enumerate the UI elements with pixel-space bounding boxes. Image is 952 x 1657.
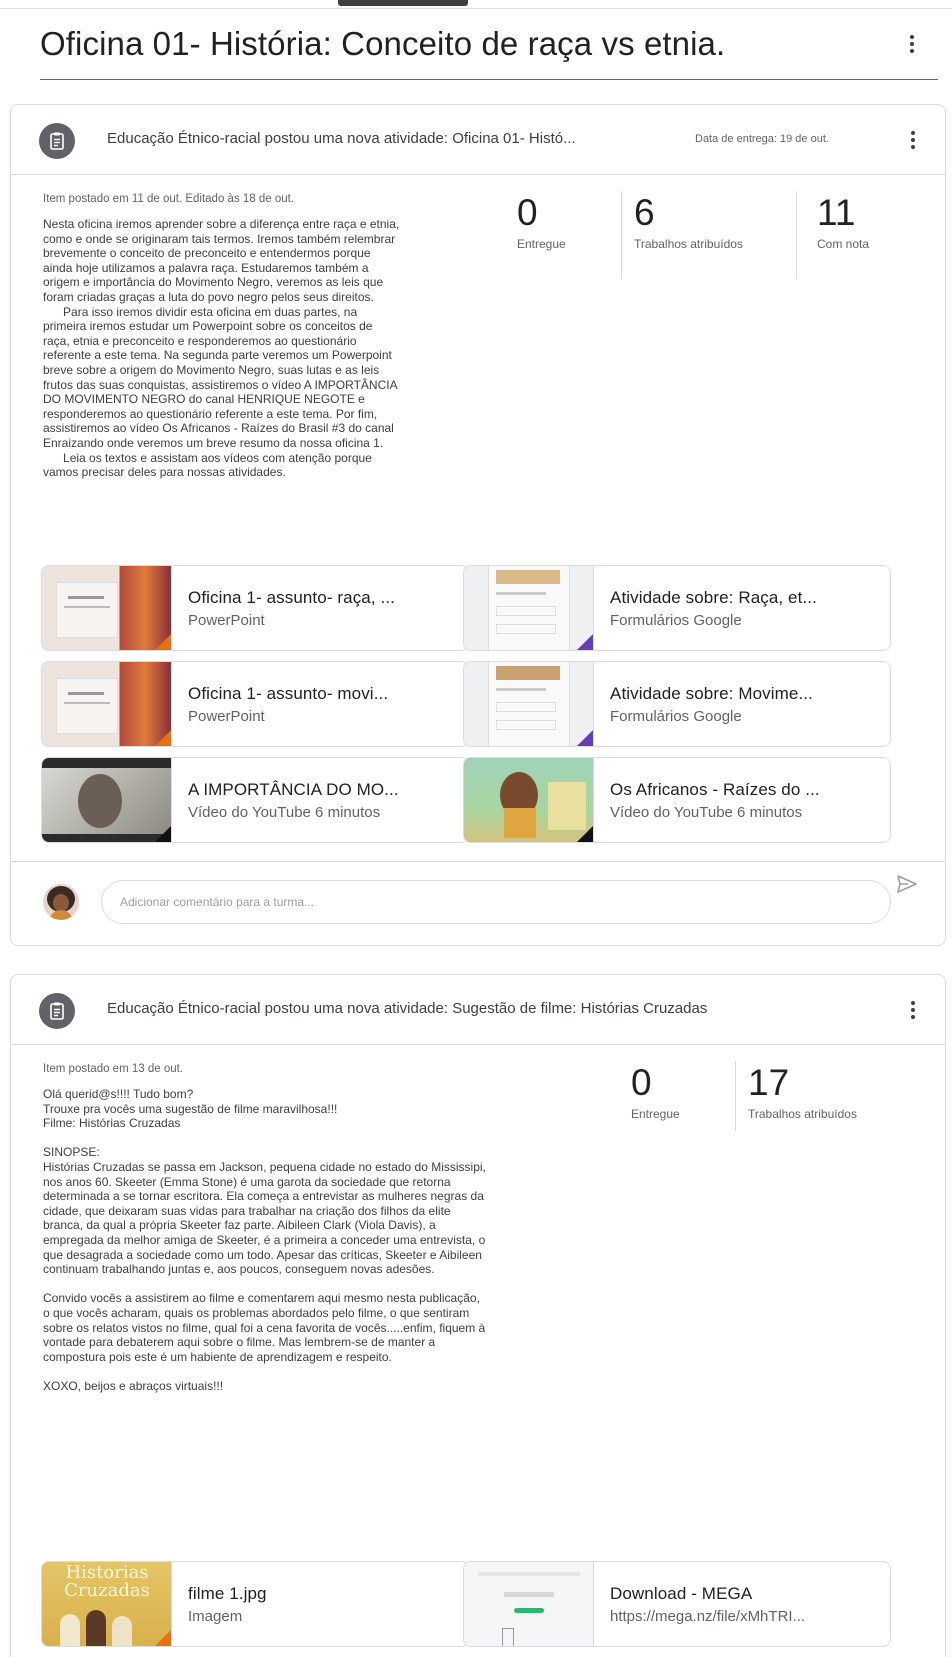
stat-value: 0 — [631, 1062, 652, 1103]
form-thumbnail — [464, 662, 594, 746]
attachment-type: PowerPoint — [188, 708, 265, 725]
image-thumbnail: Historias Cruzadas — [42, 1562, 172, 1646]
attachment-title: Os Africanos - Raízes do ... — [610, 780, 820, 799]
attachment-image[interactable]: Historias Cruzadas filme 1.jpg Imagem — [41, 1561, 469, 1647]
attachment-type: PowerPoint — [188, 612, 265, 629]
card-header[interactable]: Educação Étnico-racial postou uma nova a… — [11, 105, 945, 175]
browser-tab-indicator — [338, 0, 468, 6]
youtube-icon — [153, 826, 171, 842]
post-header-text: Educação Étnico-racial postou uma nova a… — [107, 1000, 708, 1017]
stat-value: 0 — [517, 192, 538, 233]
attachment-type: Formulários Google — [610, 708, 742, 725]
stat-label: Com nota — [817, 237, 870, 251]
attachment-powerpoint[interactable]: Oficina 1- assunto- movi... PowerPoint — [41, 661, 469, 747]
powerpoint-thumbnail — [42, 662, 172, 746]
post-body: Item postado em 13 de out. Olá querid@s!… — [11, 1045, 945, 1657]
attachment-youtube[interactable]: Os Africanos - Raízes do ... Vídeo do Yo… — [463, 757, 891, 843]
stat-assigned[interactable]: 6 Trabalhos atribuídos — [621, 191, 796, 279]
attachment-title: Atividade sobre: Raça, et... — [610, 588, 817, 607]
attachment-type: Vídeo do YouTube 6 minutos — [610, 804, 803, 821]
assignment-icon — [39, 993, 75, 1029]
posted-date: Item postado em 11 de out. Editado às 18… — [43, 193, 295, 205]
form-thumbnail — [464, 566, 594, 650]
attachment-url: https://mega.nz/file/xMhTRI... — [610, 1608, 806, 1625]
attachment-type: Vídeo do YouTube 6 minutos — [188, 804, 381, 821]
attachment-title: filme 1.jpg — [188, 1584, 267, 1603]
page-header: Oficina 01- História: Conceito de raça v… — [40, 22, 916, 66]
powerpoint-icon — [153, 634, 171, 650]
attachment-title: A IMPORTÂNCIA DO MO... — [188, 780, 399, 799]
stat-value: 17 — [748, 1062, 790, 1103]
attachment-type: Formulários Google — [610, 612, 742, 629]
top-divider — [0, 8, 952, 9]
send-icon[interactable] — [897, 875, 917, 893]
page-title: Oficina 01- História: Conceito de raça v… — [40, 25, 726, 62]
video-thumbnail — [464, 758, 594, 842]
post-description: Nesta oficina iremos aprender sobre a di… — [43, 217, 400, 480]
google-forms-icon — [575, 730, 593, 746]
powerpoint-icon — [153, 730, 171, 746]
stats-panel: 0 Entregue 6 Trabalhos atribuídos 11 Com… — [507, 191, 896, 279]
post-body: Item postado em 11 de out. Editado às 18… — [11, 175, 945, 945]
attachment-title: Atividade sobre: Movime... — [610, 684, 813, 703]
attachment-form[interactable]: Atividade sobre: Raça, et... Formulários… — [463, 565, 891, 651]
posted-date: Item postado em 13 de out. — [43, 1063, 184, 1075]
post-description: Olá querid@s!!!! Tudo bom? Trouxe pra vo… — [43, 1087, 486, 1393]
avatar — [43, 884, 79, 920]
stat-turned-in[interactable]: 0 Entregue — [621, 1061, 735, 1131]
video-thumbnail — [42, 758, 172, 842]
attachment-title: Oficina 1- assunto- raça, ... — [188, 588, 395, 607]
google-forms-icon — [575, 634, 593, 650]
post-header-text: Educação Étnico-racial postou uma nova a… — [107, 130, 576, 147]
stat-value: 11 — [817, 192, 856, 233]
attachment-title: Oficina 1- assunto- movi... — [188, 684, 389, 703]
attachment-form[interactable]: Atividade sobre: Movime... Formulários G… — [463, 661, 891, 747]
attachment-youtube[interactable]: A IMPORTÂNCIA DO MO... Vídeo do YouTube … — [41, 757, 469, 843]
stat-label: Entregue — [517, 237, 566, 251]
attachment-type: Imagem — [188, 1608, 243, 1625]
youtube-icon — [575, 826, 593, 842]
stat-label: Trabalhos atribuídos — [634, 237, 743, 251]
stat-graded[interactable]: 11 Com nota — [796, 191, 896, 279]
attachment-link[interactable]: Download - MEGA https://mega.nz/file/xMh… — [463, 1561, 891, 1647]
attachment-powerpoint[interactable]: Oficina 1- assunto- raça, ... PowerPoint — [41, 565, 469, 651]
stat-label: Entregue — [631, 1107, 680, 1121]
assignment-card: Educação Étnico-racial postou uma nova a… — [10, 974, 946, 1657]
image-thumbnail-text: Historias Cruzadas — [64, 1562, 155, 1601]
card-header[interactable]: Educação Étnico-racial postou uma nova a… — [11, 975, 945, 1045]
post-options-icon[interactable] — [901, 128, 925, 152]
due-date: Data de entrega: 19 de out. — [695, 133, 829, 145]
stat-turned-in[interactable]: 0 Entregue — [507, 191, 621, 279]
link-thumbnail — [464, 1562, 594, 1646]
class-comment-row: Adicionar comentário para a turma... — [11, 861, 945, 945]
stat-value: 6 — [634, 192, 655, 233]
powerpoint-thumbnail — [42, 566, 172, 650]
more-options-icon[interactable] — [900, 32, 924, 56]
stat-label: Trabalhos atribuídos — [748, 1107, 857, 1121]
stats-panel: 0 Entregue 17 Trabalhos atribuídos — [621, 1061, 905, 1131]
assignment-icon — [39, 123, 75, 159]
header-divider — [40, 79, 938, 80]
attachment-title: Download - MEGA — [610, 1584, 753, 1603]
stat-assigned[interactable]: 17 Trabalhos atribuídos — [735, 1061, 905, 1131]
post-options-icon[interactable] — [901, 998, 925, 1022]
assignment-card: Educação Étnico-racial postou uma nova a… — [10, 104, 946, 946]
class-comment-input[interactable]: Adicionar comentário para a turma... — [101, 880, 891, 924]
image-icon — [153, 1630, 171, 1646]
